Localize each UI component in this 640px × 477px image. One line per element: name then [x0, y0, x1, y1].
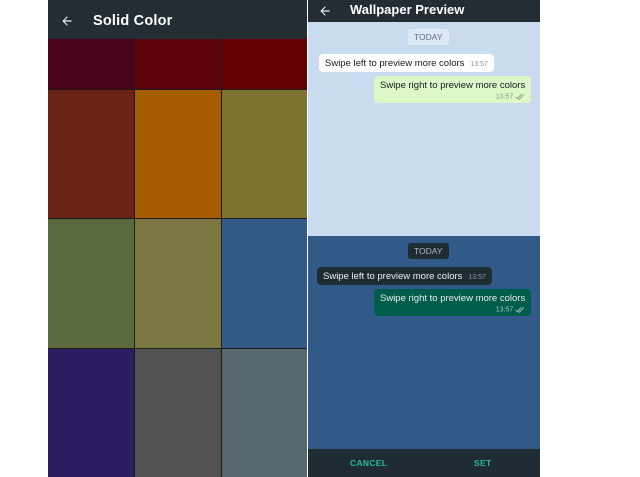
set-button[interactable]: SET	[474, 458, 491, 468]
color-swatch[interactable]	[135, 90, 221, 218]
color-swatch[interactable]	[222, 349, 307, 477]
color-swatch[interactable]	[135, 349, 221, 477]
dark-preview: TODAY Swipe left to preview more colors 1…	[308, 236, 540, 449]
color-swatch[interactable]	[135, 39, 221, 89]
double-check-icon	[515, 94, 525, 100]
color-swatch[interactable]	[222, 39, 307, 89]
color-swatch[interactable]	[222, 219, 307, 348]
outgoing-message-bubble: Swipe right to preview more colors 13:57	[374, 76, 532, 104]
message-time: 13:57	[468, 274, 486, 281]
date-chip: TODAY	[408, 243, 449, 259]
color-swatch[interactable]	[48, 39, 134, 89]
color-swatch[interactable]	[135, 219, 221, 348]
message-meta: 13:57	[380, 93, 525, 100]
back-arrow-icon[interactable]	[60, 14, 74, 28]
status-icons	[283, 0, 301, 10]
page-title: Wallpaper Preview	[350, 2, 465, 17]
incoming-message-bubble: Swipe left to preview more colors 13:57	[319, 54, 494, 72]
message-time: 13:57	[495, 93, 514, 101]
bottom-action-bar: CANCEL SET	[308, 449, 540, 477]
incoming-message-bubble: Swipe left to preview more colors 13:57	[317, 267, 492, 285]
wallpaper-preview-screen: Wallpaper Preview TODAY Swipe left to pr…	[308, 0, 540, 477]
color-swatch-grid	[48, 39, 307, 477]
page-title: Solid Color	[93, 13, 173, 29]
back-arrow-icon[interactable]	[318, 4, 332, 18]
outgoing-message-bubble: Swipe right to preview more colors 13:57	[374, 289, 532, 317]
date-chip: TODAY	[408, 29, 449, 45]
color-swatch[interactable]	[48, 349, 134, 477]
message-text: Swipe left to preview more colors	[323, 271, 463, 282]
message-time: 13:57	[495, 306, 514, 314]
color-swatch[interactable]	[48, 90, 134, 218]
message-text: Swipe left to preview more colors	[325, 58, 465, 69]
app-bar: Wallpaper Preview	[308, 0, 540, 22]
message-text: Swipe right to preview more colors	[380, 80, 526, 91]
light-preview: TODAY Swipe left to preview more colors 1…	[308, 22, 540, 236]
color-swatch[interactable]	[48, 219, 134, 348]
cancel-button[interactable]: CANCEL	[350, 458, 387, 468]
message-meta: 13:57	[380, 306, 525, 313]
color-swatch[interactable]	[222, 90, 307, 218]
message-text: Swipe right to preview more colors	[380, 293, 526, 304]
message-time: 13:57	[470, 61, 488, 68]
app-bar: Solid Color	[48, 4, 307, 39]
double-check-icon	[515, 307, 525, 313]
solid-color-screen: Solid Color	[48, 0, 307, 477]
